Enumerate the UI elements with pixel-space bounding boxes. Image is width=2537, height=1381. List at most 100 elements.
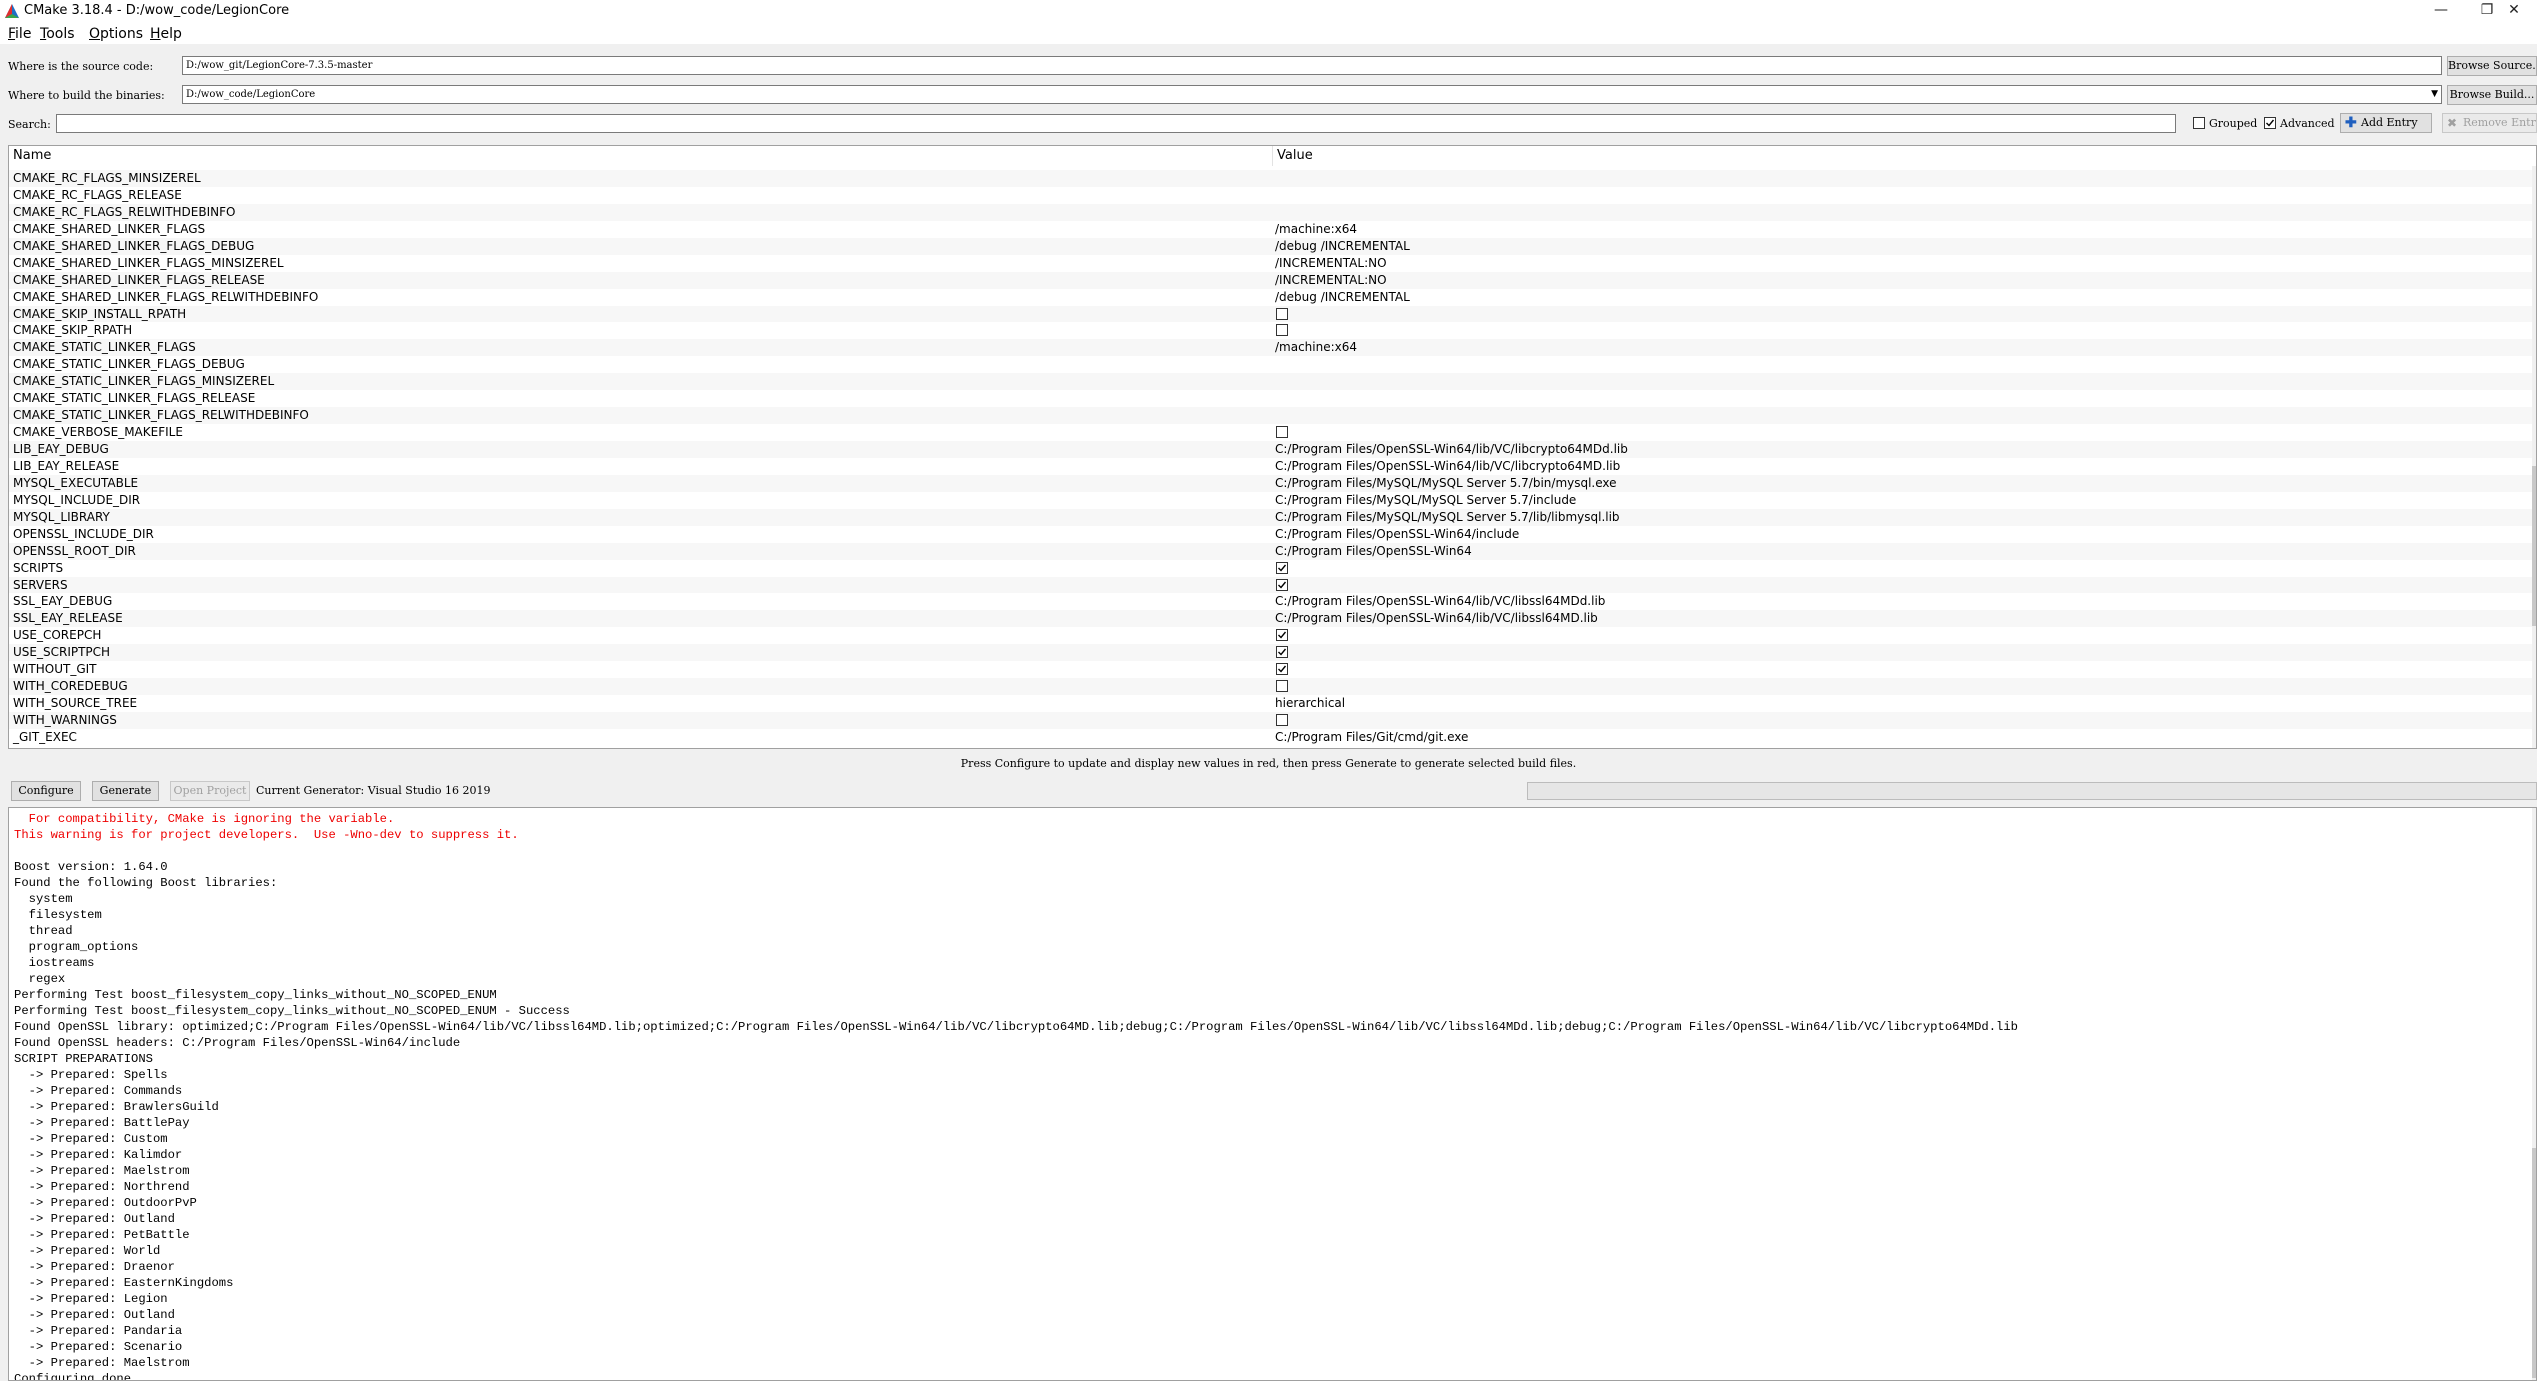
configure-button[interactable]: Configure <box>11 781 81 801</box>
log-line: -> Prepared: BrawlersGuild <box>14 1100 219 1114</box>
variable-checkbox[interactable] <box>1276 426 1288 439</box>
variable-value[interactable]: /debug /INCREMENTAL <box>1275 238 1410 255</box>
variable-value[interactable]: C:/Program Files/MySQL/MySQL Server 5.7/… <box>1275 509 1620 526</box>
table-row[interactable]: SERVERS <box>9 576 2536 594</box>
variable-checkbox[interactable] <box>1276 578 1288 591</box>
variable-checkbox[interactable] <box>1276 646 1288 659</box>
table-row[interactable]: CMAKE_SHARED_LINKER_FLAGS_RELEASE/INCREM… <box>9 271 2536 289</box>
table-row[interactable]: WITH_COREDEBUG <box>9 678 2536 696</box>
column-header-value[interactable]: Value <box>1273 146 2536 166</box>
table-row[interactable]: WITH_WARNINGS <box>9 712 2536 729</box>
variable-value[interactable]: C:/Program Files/OpenSSL-Win64/lib/VC/li… <box>1275 458 1620 475</box>
configure-hint: Press Configure to update and display ne… <box>960 757 1577 770</box>
variable-checkbox[interactable] <box>1276 629 1288 642</box>
window-title: CMake 3.18.4 - D:/wow_code/LegionCore <box>24 3 290 18</box>
variable-checkbox[interactable] <box>1276 307 1288 320</box>
table-row[interactable]: CMAKE_SHARED_LINKER_FLAGS_DEBUG/debug /I… <box>9 237 2536 255</box>
table-row[interactable]: SCRIPTS <box>9 560 2536 577</box>
menu-file[interactable]: File <box>8 26 31 42</box>
source-path-input[interactable]: D:/wow_git/LegionCore-7.3.5-master <box>182 56 2442 75</box>
output-log[interactable]: For compatibility, CMake is ignoring the… <box>8 807 2537 1381</box>
table-row[interactable]: CMAKE_RC_FLAGS_MINSIZEREL <box>9 170 2536 187</box>
table-row[interactable]: CMAKE_STATIC_LINKER_FLAGS_DEBUG <box>9 356 2536 373</box>
close-icon[interactable]: ✕ <box>2491 0 2537 22</box>
variable-checkbox[interactable] <box>1276 663 1288 676</box>
variable-value[interactable]: /machine:x64 <box>1275 339 1357 356</box>
log-line: Found OpenSSL headers: C:/Program Files/… <box>14 1036 461 1050</box>
table-row[interactable]: CMAKE_STATIC_LINKER_FLAGS_RELWITHDEBINFO <box>9 407 2536 425</box>
table-row[interactable]: USE_COREPCH <box>9 627 2536 644</box>
output-scrollbar-thumb[interactable] <box>2532 1148 2536 1378</box>
advanced-checkbox[interactable] <box>2264 117 2276 129</box>
output-scrollbar[interactable] <box>2532 808 2536 1380</box>
build-path-combobox[interactable]: D:/wow_code/LegionCore ▼ <box>182 85 2442 104</box>
variable-name: SCRIPTS <box>13 560 64 575</box>
menu-options[interactable]: Options <box>89 26 143 42</box>
menu-help[interactable]: Help <box>150 26 182 42</box>
table-row[interactable]: CMAKE_RC_FLAGS_RELWITHDEBINFO <box>9 203 2536 221</box>
grouped-checkbox[interactable] <box>2193 117 2205 129</box>
browse-build-button[interactable]: Browse Build... <box>2447 85 2537 105</box>
table-row[interactable]: WITHOUT_GIT <box>9 661 2536 678</box>
column-header-name[interactable]: Name <box>9 146 1273 166</box>
table-row[interactable]: MYSQL_EXECUTABLE C:/Program Files/MySQL/M… <box>9 474 2536 492</box>
table-row[interactable]: USE_SCRIPTPCH <box>9 644 2536 662</box>
add-entry-label: Add Entry <box>2361 116 2418 129</box>
table-row[interactable]: MYSQL_LIBRARY C:/Program Files/MySQL/MySQ… <box>9 508 2536 526</box>
table-row[interactable]: LIB_EAY_RELEASE C:/Program Files/OpenSSL-… <box>9 458 2536 475</box>
table-row[interactable]: SSL_EAY_DEBUG C:/Program Files/OpenSSL-Wi… <box>9 593 2536 610</box>
variable-value[interactable]: /INCREMENTAL:NO <box>1275 255 1387 272</box>
table-row[interactable]: _GIT_EXEC C:/Program Files/Git/cmd/git.ex… <box>9 729 2536 746</box>
variable-value[interactable]: /debug /INCREMENTAL <box>1275 289 1410 306</box>
table-row[interactable]: CMAKE_STATIC_LINKER_FLAGS_MINSIZEREL <box>9 373 2536 391</box>
table-row[interactable]: CMAKE_STATIC_LINKER_FLAGS/machine:x64 <box>9 339 2536 357</box>
variable-value[interactable]: C:/Program Files/OpenSSL-Win64/include <box>1275 526 1519 543</box>
table-row[interactable]: OPENSSL_ROOT_DIR C:/Program Files/OpenSSL… <box>9 542 2536 560</box>
log-line: Configuring done <box>14 1372 132 1381</box>
table-row[interactable]: SSL_EAY_RELEASE C:/Program Files/OpenSSL-… <box>9 610 2536 628</box>
table-scrollbar-thumb[interactable] <box>2532 466 2536 626</box>
table-row[interactable]: CMAKE_STATIC_LINKER_FLAGS_RELEASE <box>9 390 2536 407</box>
table-row[interactable]: CMAKE_SHARED_LINKER_FLAGS/machine:x64 <box>9 221 2536 238</box>
variable-value[interactable]: hierarchical <box>1275 695 1345 712</box>
variable-value[interactable]: /machine:x64 <box>1275 221 1357 238</box>
variable-value[interactable]: C:/Program Files/MySQL/MySQL Server 5.7/… <box>1275 475 1617 492</box>
remove-entry-button[interactable]: ✖ Remove Entry <box>2442 113 2537 133</box>
table-row[interactable]: CMAKE_RC_FLAGS_RELEASE <box>9 187 2536 204</box>
table-row[interactable]: OPENSSL_INCLUDE_DIR C:/Program Files/Open… <box>9 526 2536 543</box>
add-entry-button[interactable]: ✚ Add Entry <box>2340 113 2432 133</box>
chevron-down-icon[interactable]: ▼ <box>2431 86 2438 103</box>
table-row[interactable]: LIB_EAY_DEBUG C:/Program Files/OpenSSL-Wi… <box>9 441 2536 458</box>
variable-checkbox[interactable] <box>1276 680 1288 693</box>
table-row[interactable]: MYSQL_INCLUDE_DIR C:/Program Files/MySQL/… <box>9 492 2536 509</box>
variable-checkbox[interactable] <box>1276 714 1288 726</box>
table-row[interactable]: CMAKE_VERBOSE_MAKEFILE <box>9 424 2536 441</box>
variable-name: CMAKE_SHARED_LINKER_FLAGS_DEBUG <box>13 238 255 253</box>
menu-tools[interactable]: Tools <box>40 26 75 42</box>
generate-button[interactable]: Generate <box>92 781 159 801</box>
variable-checkbox[interactable] <box>1276 324 1288 337</box>
minimize-icon[interactable]: — <box>2418 0 2464 22</box>
variable-value[interactable]: C:/Program Files/OpenSSL-Win64 <box>1275 543 1472 560</box>
variable-value[interactable]: C:/Program Files/MySQL/MySQL Server 5.7/… <box>1275 492 1576 509</box>
log-line: -> Prepared: EasternKingdoms <box>14 1276 234 1290</box>
table-row[interactable]: CMAKE_SHARED_LINKER_FLAGS_RELWITHDEBINFO… <box>9 289 2536 306</box>
search-input[interactable] <box>56 114 2176 133</box>
table-row[interactable]: CMAKE_SHARED_LINKER_FLAGS_MINSIZEREL/INC… <box>9 255 2536 272</box>
table-row[interactable]: CMAKE_SKIP_RPATH <box>9 322 2536 339</box>
table-scrollbar[interactable] <box>2532 166 2536 748</box>
variable-name: SSL_EAY_RELEASE <box>13 611 123 626</box>
variable-value[interactable]: C:/Program Files/OpenSSL-Win64/lib/VC/li… <box>1275 441 1628 458</box>
variable-value[interactable]: /INCREMENTAL:NO <box>1275 272 1387 289</box>
cache-table[interactable]: Name Value CMAKE_RC_FLAGS_MINSIZEREL CMAK… <box>8 145 2537 749</box>
variable-value[interactable]: C:/Program Files/Git/cmd/git.exe <box>1275 729 1468 746</box>
browse-source-button[interactable]: Browse Source... <box>2447 56 2537 76</box>
variable-value[interactable]: C:/Program Files/OpenSSL-Win64/lib/VC/li… <box>1275 593 1605 610</box>
open-project-button[interactable]: Open Project <box>170 781 250 801</box>
build-path-value: D:/wow_code/LegionCore <box>186 89 316 100</box>
variable-checkbox[interactable] <box>1276 561 1288 574</box>
table-row[interactable]: WITH_SOURCE_TREE hierarchical <box>9 695 2536 712</box>
log-line: This warning is for project developers. … <box>14 828 519 842</box>
table-row[interactable]: CMAKE_SKIP_INSTALL_RPATH <box>9 305 2536 323</box>
variable-value[interactable]: C:/Program Files/OpenSSL-Win64/lib/VC/li… <box>1275 610 1598 627</box>
